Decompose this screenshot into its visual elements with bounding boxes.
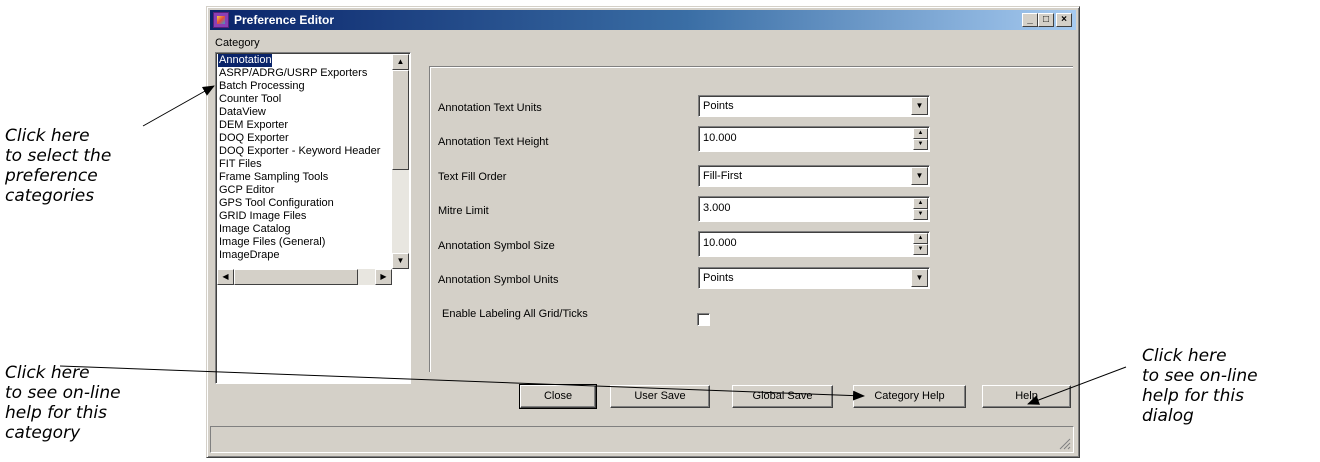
arrow-to-category-help <box>59 365 865 401</box>
arrow-to-help <box>1027 366 1127 405</box>
callout-arrows <box>59 85 1127 405</box>
arrow-to-category-list <box>142 85 215 127</box>
